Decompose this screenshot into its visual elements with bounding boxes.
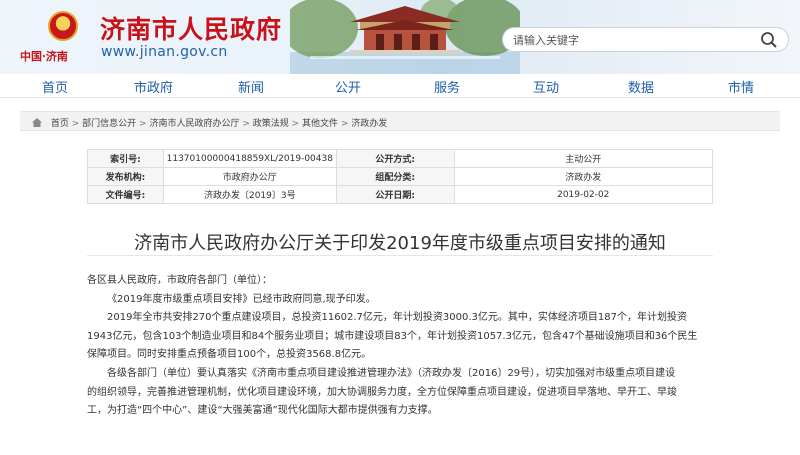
emblem-star-icon: ★ [58, 16, 67, 27]
breadcrumb: 首页 > 部门信息公开 > 济南市人民政府办公厅 > 政策法规 > 其他文件 >… [20, 111, 780, 131]
document-title: 济南市人民政府办公厅关于印发2019年度市级重点项目安排的通知 [134, 233, 666, 254]
search-input[interactable] [513, 31, 743, 49]
doc-no-label: 文件编号: [87, 185, 164, 204]
paragraph-2-line-1: 2019年全市共安排270个重点建设项目，总投资11602.7亿元，年计划投资3… [107, 312, 687, 324]
site-url: www.jinan.gov.cn [101, 44, 228, 60]
paragraph-3-line-2: 的组织领导，完善推进管理机制，优化项目建设环境，加大协调服务力度，全方位保障重点… [87, 386, 677, 398]
document-info-table: 索引号: 11370100000418859XL/2019-00438 公开方式… [87, 149, 713, 204]
date-label: 公开日期: [335, 185, 455, 204]
nav-public[interactable]: 公开 [335, 77, 361, 96]
nav-service[interactable]: 服务 [434, 77, 460, 96]
nav-government[interactable]: 市政府 [134, 77, 173, 96]
paragraph-3-line-1: 各级各部门（单位）要认真落实《济南市重点项目建设推进管理办法》（济政办发〔201… [107, 367, 676, 379]
breadcrumb-separator: > [338, 119, 352, 129]
breadcrumb-dept-info[interactable]: 部门信息公开 [82, 119, 136, 129]
home-icon[interactable] [32, 118, 42, 127]
salutation: 各区县人民政府，市政府各部门（单位）： [87, 275, 272, 286]
breadcrumb-other-docs[interactable]: 其他文件 [302, 119, 338, 129]
breadcrumb-general-office[interactable]: 济南市人民政府办公厅 [149, 119, 239, 129]
site-header: ★ 中国·济南 济南市人民政府 www.jinan.gov.cn [0, 0, 800, 74]
breadcrumb-separator: > [136, 119, 150, 129]
main-nav: 首页 市政府 新闻 公开 服务 互动 数据 市情 [0, 74, 800, 98]
nav-interaction[interactable]: 互动 [533, 77, 559, 96]
paragraph-1: 《2019年度市级重点项目安排》已经市政府同意,现予印发。 [107, 293, 376, 305]
nav-home[interactable]: 首页 [42, 77, 68, 96]
paragraph-2-line-2: 1943亿元，包含103个制造业项目和84个服务业项目；城市建设项目83个，年计… [87, 330, 698, 342]
breadcrumb-policy[interactable]: 政策法规 [253, 119, 289, 129]
title-divider [87, 255, 713, 256]
index-value: 11370100000418859XL/2019-00438 [162, 149, 337, 168]
nav-data[interactable]: 数据 [628, 77, 654, 96]
search-icon[interactable] [760, 31, 778, 49]
nav-news[interactable]: 新闻 [238, 77, 264, 96]
issuer-value: 市政府办公厅 [162, 167, 337, 186]
date-value: 2019-02-02 [453, 185, 713, 204]
search-box [502, 27, 789, 52]
city-scenery-banner [290, 0, 520, 74]
document-body: 各区县人民政府，市政府各部门（单位）： 《2019年度市级重点项目安排》已经市政… [87, 272, 713, 421]
index-label: 索引号: [87, 149, 164, 168]
issuer-label: 发布机构: [87, 167, 164, 186]
site-title[interactable]: 济南市人民政府 [100, 10, 282, 46]
paragraph-2-line-3: 保障项目。同时安排重点预备项目100个，总投资3568.8亿元。 [87, 349, 372, 361]
category-value: 济政办发 [453, 167, 713, 186]
table-row: 文件编号: 济政办发〔2019〕3号 公开日期: 2019-02-02 [87, 185, 713, 204]
doc-no-value: 济政办发〔2019〕3号 [162, 185, 337, 204]
breadcrumb-separator: > [68, 119, 83, 129]
public-value: 主动公开 [453, 149, 713, 168]
table-row: 发布机构: 市政府办公厅 组配分类: 济政办发 [87, 167, 713, 186]
table-row: 索引号: 11370100000418859XL/2019-00438 公开方式… [87, 149, 713, 168]
public-label: 公开方式: [335, 149, 455, 168]
site-mark-text: 中国·济南 [20, 50, 68, 63]
paragraph-3-line-3: 工，为打造“四个中心”、建设“大强美富通”现代化国际大都市提供强有力支撑。 [87, 405, 438, 417]
breadcrumb-separator: > [239, 119, 253, 129]
breadcrumb-separator: > [288, 119, 302, 129]
breadcrumb-home[interactable]: 首页 [51, 119, 69, 129]
nav-city-info[interactable]: 市情 [728, 77, 754, 96]
breadcrumb-current[interactable]: 济政办发 [351, 119, 387, 129]
category-label: 组配分类: [335, 167, 455, 186]
